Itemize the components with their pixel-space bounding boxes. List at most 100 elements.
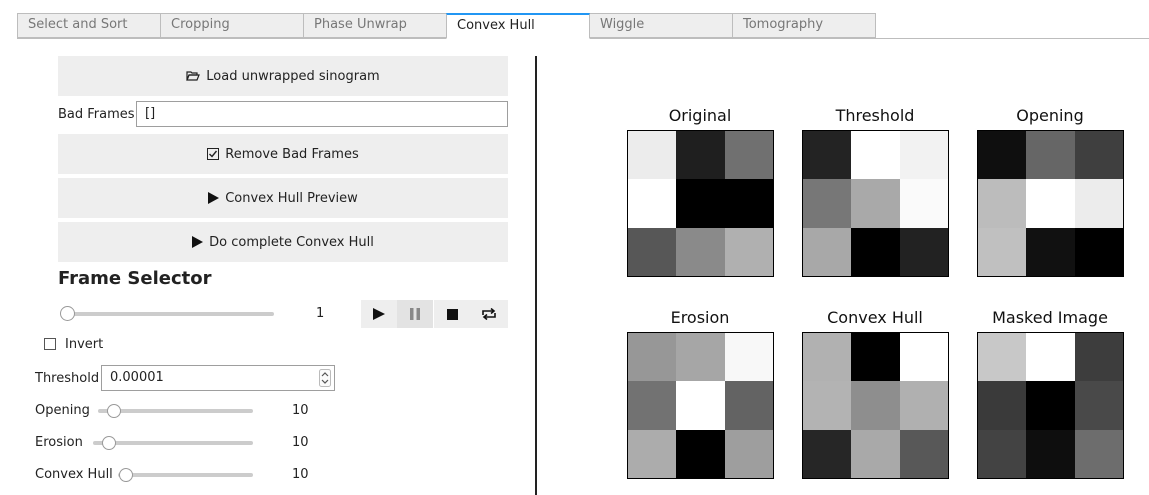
pixel-cell <box>676 381 725 430</box>
pixel-cell <box>628 333 677 382</box>
pixel-cell <box>1074 227 1123 276</box>
opening-slider-track[interactable] <box>98 409 253 413</box>
panel-title-original: Original <box>668 106 732 125</box>
pixel-cell <box>978 227 1027 276</box>
panel-threshold <box>802 130 949 277</box>
panel-title-opening: Opening <box>1016 106 1084 125</box>
pixel-cell <box>1026 333 1075 382</box>
panel-divider <box>535 56 537 495</box>
remove-bad-frames-button[interactable]: Remove Bad Frames <box>58 134 508 174</box>
panel-title-convex-hull: Convex Hull <box>827 308 923 327</box>
folder-open-icon <box>186 71 201 81</box>
invert-checkbox[interactable] <box>44 338 56 350</box>
pixel-cell <box>803 429 852 478</box>
pixel-cell <box>1026 131 1075 180</box>
pixel-cell <box>978 179 1027 228</box>
frame-slider-track[interactable] <box>66 312 274 316</box>
pixel-cell <box>851 429 900 478</box>
panel-title-masked-image: Masked Image <box>992 308 1108 327</box>
panel-original <box>627 130 774 277</box>
frame-slider-handle[interactable] <box>60 306 75 321</box>
pixel-cell <box>724 227 773 276</box>
stop-button[interactable] <box>434 300 470 328</box>
panel-erosion <box>627 332 774 479</box>
pixel-cell <box>978 381 1027 430</box>
repeat-icon <box>482 308 496 320</box>
threshold-input[interactable]: 0.00001 <box>101 365 335 391</box>
pixel-cell <box>628 227 677 276</box>
panel-title-threshold: Threshold <box>835 106 915 125</box>
convex-hull-preview-button[interactable]: Convex Hull Preview <box>58 178 508 218</box>
erosion-slider-handle[interactable] <box>102 436 116 450</box>
frame-value: 1 <box>316 306 325 321</box>
play-icon <box>192 236 204 248</box>
panel-masked-image <box>977 332 1124 479</box>
pixel-cell <box>628 381 677 430</box>
frame-selector-title: Frame Selector <box>58 268 212 289</box>
pixel-cell <box>676 179 725 228</box>
pixel-cell <box>851 381 900 430</box>
bad-frames-input[interactable]: [] <box>136 101 508 127</box>
pixel-cell <box>676 131 725 180</box>
pause-icon <box>410 308 420 320</box>
pixel-cell <box>1074 429 1123 478</box>
panel-title-erosion: Erosion <box>670 308 730 327</box>
pixel-cell <box>1074 131 1123 180</box>
convex-hull-slider-value: 10 <box>292 467 309 482</box>
pixel-cell <box>676 227 725 276</box>
pixel-cell <box>803 227 852 276</box>
convex-hull-slider-track[interactable] <box>118 473 253 477</box>
pixel-cell <box>628 131 677 180</box>
threshold-value: 0.00001 <box>110 370 164 385</box>
convex-hull-slider-handle[interactable] <box>119 468 133 482</box>
invert-label: Invert <box>65 337 104 352</box>
pixel-cell <box>1074 179 1123 228</box>
pixel-cell <box>724 381 773 430</box>
pixel-cell <box>899 333 948 382</box>
pixel-cell <box>978 333 1027 382</box>
tab-cropping[interactable]: Cropping <box>160 13 304 38</box>
pixel-cell <box>1074 381 1123 430</box>
pixel-cell <box>899 227 948 276</box>
play-icon <box>373 308 385 320</box>
pixel-cell <box>978 131 1027 180</box>
tab-phase-unwrap[interactable]: Phase Unwrap <box>303 13 447 38</box>
pixel-cell <box>724 179 773 228</box>
pixel-cell <box>851 333 900 382</box>
stop-icon <box>446 308 458 320</box>
load-button-label: Load unwrapped sinogram <box>206 68 380 84</box>
repeat-button[interactable] <box>470 300 508 328</box>
pixel-cell <box>1026 179 1075 228</box>
pixel-cell <box>899 131 948 180</box>
erosion-slider-track[interactable] <box>93 441 253 445</box>
play-button[interactable] <box>361 300 397 328</box>
pixel-cell <box>803 381 852 430</box>
pixel-cell <box>978 429 1027 478</box>
pixel-cell <box>724 131 773 180</box>
do-complete-convex-hull-button[interactable]: Do complete Convex Hull <box>58 222 508 262</box>
pixel-cell <box>803 131 852 180</box>
pixel-cell <box>803 179 852 228</box>
tab-convex-hull[interactable]: Convex Hull <box>446 13 590 39</box>
tab-wiggle[interactable]: Wiggle <box>589 13 733 38</box>
tab-tomography[interactable]: Tomography <box>732 13 876 38</box>
pixel-cell <box>899 179 948 228</box>
play-icon <box>208 192 220 204</box>
opening-slider-handle[interactable] <box>107 404 121 418</box>
load-unwrapped-sinogram-button[interactable]: Load unwrapped sinogram <box>58 56 508 96</box>
pixel-cell <box>1026 381 1075 430</box>
erosion-value: 10 <box>292 435 309 450</box>
panel-opening <box>977 130 1124 277</box>
tab-select-and-sort[interactable]: Select and Sort <box>17 13 161 38</box>
opening-value: 10 <box>292 403 309 418</box>
pixel-cell <box>628 179 677 228</box>
pixel-cell <box>899 429 948 478</box>
pause-button[interactable] <box>397 300 433 328</box>
spinner-icon[interactable] <box>319 369 331 387</box>
pixel-cell <box>899 381 948 430</box>
panel-convex-hull <box>802 332 949 479</box>
bad-frames-label: Bad Frames <box>58 107 135 122</box>
pixel-cell <box>803 333 852 382</box>
pixel-cell <box>1026 429 1075 478</box>
erosion-label: Erosion <box>35 435 83 450</box>
